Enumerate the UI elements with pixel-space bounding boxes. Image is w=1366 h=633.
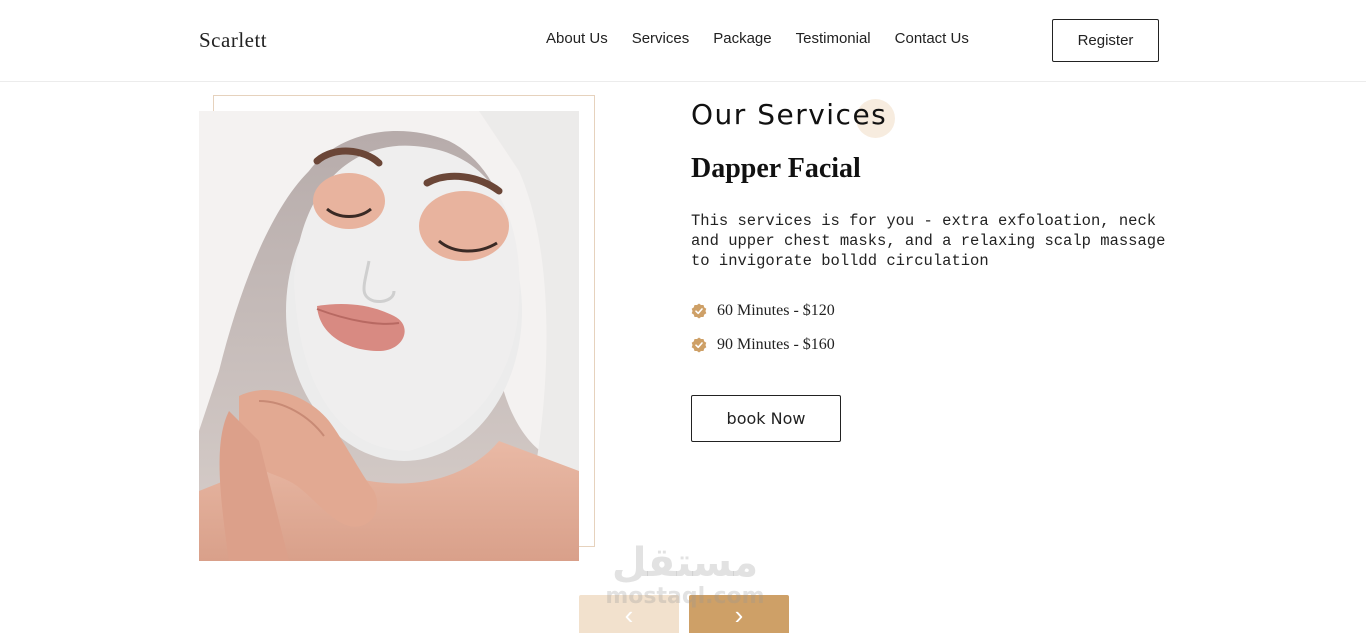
price-item: 60 Minutes - $120: [691, 301, 835, 321]
service-description: This services is for you - extra exfoloa…: [691, 212, 1166, 270]
price-text: 60 Minutes - $120: [717, 302, 835, 319]
main-nav: About Us Services Package Testimonial Co…: [546, 30, 993, 47]
site-header: Scarlett About Us Services Package Testi…: [0, 0, 1366, 82]
chevron-right-icon: ›: [734, 599, 744, 630]
nav-about-us[interactable]: About Us: [546, 30, 608, 47]
section-title: Our Services: [691, 98, 888, 131]
service-photo: [199, 111, 579, 561]
nav-testimonial[interactable]: Testimonial: [796, 30, 871, 47]
nav-contact-us[interactable]: Contact Us: [895, 30, 969, 47]
price-list: 60 Minutes - $120 90 Minutes - $160: [691, 301, 835, 369]
site-logo[interactable]: Scarlett: [199, 28, 267, 53]
nav-package[interactable]: Package: [713, 30, 771, 47]
register-button[interactable]: Register: [1052, 19, 1159, 62]
facial-mask-photo: [199, 111, 579, 561]
check-badge-icon: [691, 303, 707, 319]
nav-services[interactable]: Services: [632, 30, 690, 47]
chevron-left-icon: ‹: [624, 599, 634, 630]
carousel-next-button[interactable]: ›: [689, 595, 789, 633]
book-now-button[interactable]: book Now: [691, 395, 841, 442]
service-name: Dapper Facial: [691, 153, 861, 184]
price-item: 90 Minutes - $160: [691, 335, 835, 355]
carousel-prev-button[interactable]: ‹: [579, 595, 679, 633]
check-badge-icon: [691, 337, 707, 353]
price-text: 90 Minutes - $160: [717, 336, 835, 353]
watermark-arabic: مستقل: [611, 540, 759, 586]
